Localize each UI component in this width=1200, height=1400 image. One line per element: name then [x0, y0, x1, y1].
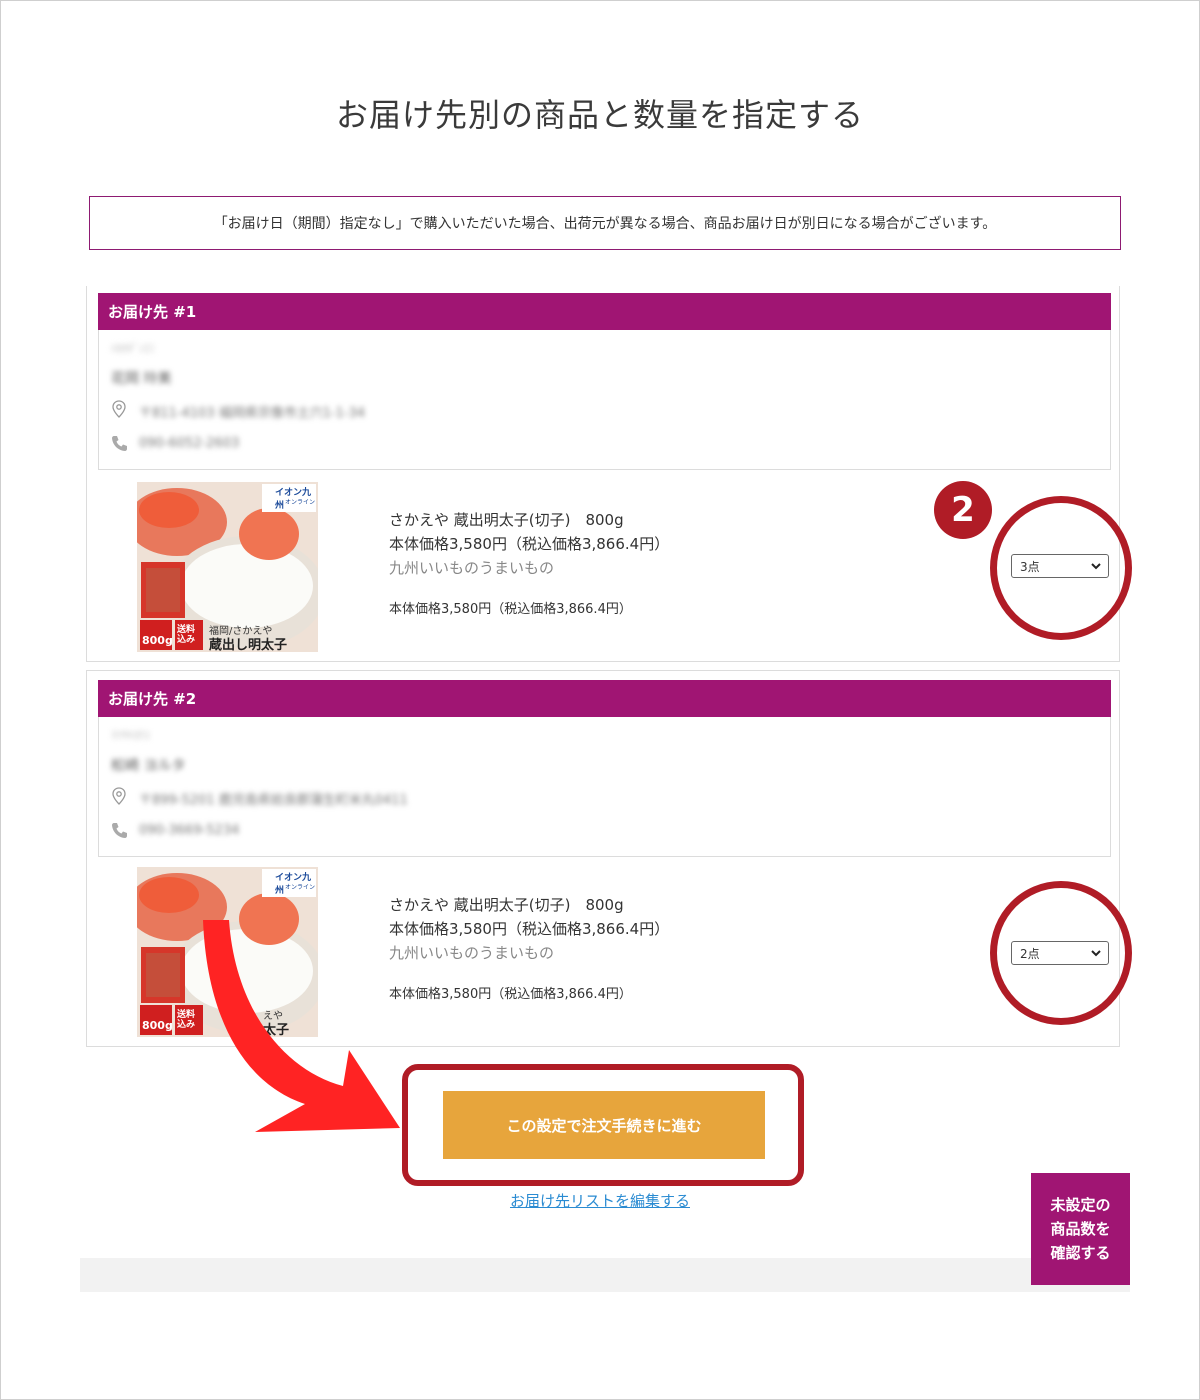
- product-shop: 九州いいものうまいもの: [389, 559, 555, 577]
- page-title: お届け先別の商品と数量を指定する: [335, 96, 864, 134]
- destination-header-label: お届け先 #1: [108, 303, 197, 321]
- destination-block-1: お届け先 #1 ﾊｶﾀﾀﾞﾝｴﾐ 花岡 玲美 〒811-4103 福岡県宗像市土…: [86, 286, 1120, 662]
- destination-header-2: お届け先 #2: [98, 680, 1111, 717]
- product-image-title: 蔵出し明太子: [209, 638, 288, 652]
- phone-icon: [112, 823, 127, 838]
- destination-header-1: お届け先 #1: [98, 293, 1111, 330]
- annotation-circle-qty-1: [990, 496, 1132, 640]
- annotation-circle-qty-2: [990, 881, 1132, 1025]
- delivery-notice: 「お届け日（期間）指定なし」で購入いただいた場合、出荷元が異なる場合、商品お届け…: [89, 196, 1121, 250]
- recipient-name: 花岡 玲美: [111, 371, 172, 387]
- product-details: さかえや 蔵出明太子(切子) 800g 本体価格3,580円（税込価格3,866…: [389, 508, 669, 622]
- destination-header-label: お届け先 #2: [108, 690, 197, 708]
- destination-info-1: ﾊｶﾀﾀﾞﾝｴﾐ 花岡 玲美 〒811-4103 福岡県宗像市土穴1-1-34 …: [98, 330, 1111, 470]
- product-image-shipping: 送料込み: [177, 625, 196, 645]
- recipient-address: 〒899-5201 鹿児島県姶良郡蒲生町米丸0411: [139, 793, 408, 808]
- proceed-button-label: この設定で注文手続きに進む: [506, 1116, 702, 1135]
- destination-info-2: ﾏﾂｻｷﾖｳｺ 松崎 ヨルタ 〒899-5201 鹿児島県姶良郡蒲生町米丸041…: [98, 717, 1111, 857]
- footer-band: [80, 1258, 1130, 1292]
- product-shop: 九州いいものうまいもの: [389, 944, 555, 962]
- check-unset-items-button[interactable]: 未設定の 商品数を 確認する: [1031, 1173, 1130, 1285]
- product-image-brand-sub: オンライン: [285, 884, 316, 891]
- product-name: さかえや 蔵出明太子(切子) 800g: [389, 896, 624, 914]
- proceed-to-checkout-button[interactable]: この設定で注文手続きに進む: [443, 1091, 765, 1159]
- recipient-address: 〒811-4103 福岡県宗像市土穴1-1-34: [139, 406, 366, 421]
- red-arrow-icon: [203, 920, 400, 1132]
- location-pin-icon: [112, 400, 126, 418]
- product-image-weight: 800g: [142, 1019, 173, 1032]
- recipient-name: 松崎 ヨルタ: [111, 758, 186, 774]
- recipient-kana: ﾊｶﾀﾀﾞﾝｴﾐ: [111, 342, 155, 355]
- product-name: さかえや 蔵出明太子(切子) 800g: [389, 511, 624, 529]
- product-subtotal: 本体価格3,580円（税込価格3,866.4円）: [389, 602, 632, 617]
- recipient-phone: 090-6052-2603: [139, 436, 240, 451]
- product-subtotal: 本体価格3,580円（税込価格3,866.4円）: [389, 987, 632, 1002]
- check-unset-items-label: 未設定の 商品数を 確認する: [1050, 1196, 1111, 1262]
- phone-icon: [112, 436, 127, 451]
- recipient-kana: ﾏﾂｻｷﾖｳｺ: [111, 729, 150, 742]
- location-pin-icon: [112, 787, 126, 805]
- product-details: さかえや 蔵出明太子(切子) 800g 本体価格3,580円（税込価格3,866…: [389, 893, 669, 1007]
- delivery-notice-text: 「お届け日（期間）指定なし」で購入いただいた場合、出荷元が異なる場合、商品お届け…: [213, 216, 997, 232]
- edit-destination-list-link[interactable]: お届け先リストを編集する: [0, 1190, 1200, 1211]
- step-number-badge: 2: [934, 481, 992, 539]
- recipient-phone: 090-3669-5234: [139, 823, 240, 838]
- product-price: 本体価格3,580円（税込価格3,866.4円）: [389, 535, 670, 553]
- product-image: イオン九州 オンライン 800g 送料込み 福岡/さかえや 蔵出し明太子: [137, 482, 318, 652]
- product-price: 本体価格3,580円（税込価格3,866.4円）: [389, 920, 670, 938]
- product-image-weight: 800g: [142, 634, 173, 647]
- product-image-brand-sub: オンライン: [285, 499, 316, 506]
